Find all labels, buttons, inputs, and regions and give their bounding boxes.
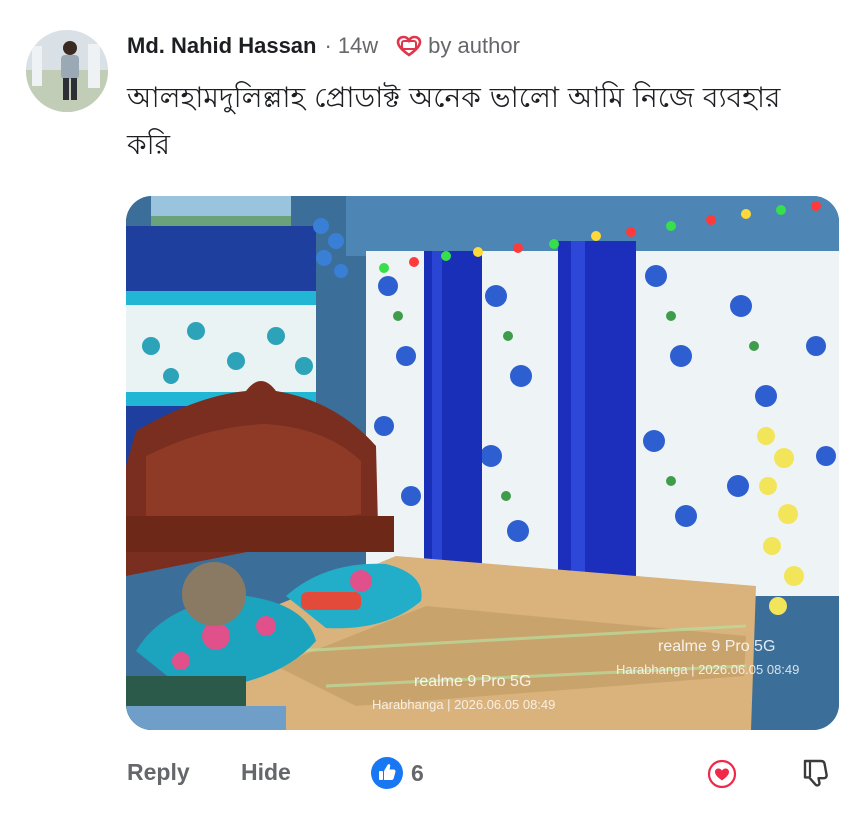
comment-header: Md. Nahid Hassan · 14w by author <box>127 31 520 61</box>
bedroom-photo: realme 9 Pro 5G Harabhanga | 2026.06.05 … <box>126 196 839 730</box>
watermark-info-2: Harabhanga | 2026.06.05 08:49 <box>372 697 555 712</box>
avatar[interactable] <box>26 30 108 112</box>
watermark-device-1: realme 9 Pro 5G <box>658 638 775 655</box>
heart-outline-icon <box>396 35 422 57</box>
author-badge: by author <box>396 33 520 59</box>
author-name[interactable]: Md. Nahid Hassan <box>127 33 316 59</box>
comment-actions: Reply Hide 6 <box>127 755 839 795</box>
thumbs-down-icon <box>803 759 828 787</box>
comment-timestamp[interactable]: 14w <box>338 33 378 59</box>
watermark-device-2: realme 9 Pro 5G <box>414 673 531 690</box>
heart-react-icon <box>707 759 737 789</box>
avatar-image <box>26 30 108 112</box>
comment-text: আলহামদুলিল্লাহ প্রোডাক্ট অনেক ভালো আমি ন… <box>127 81 781 161</box>
dislike-button[interactable] <box>801 757 831 794</box>
separator-dot: · <box>324 33 332 58</box>
watermark-info-1: Harabhanga | 2026.06.05 08:49 <box>616 662 799 677</box>
reply-button[interactable]: Reply <box>127 759 190 786</box>
thumbs-up-icon <box>371 757 403 789</box>
comment-photo[interactable]: realme 9 Pro 5G Harabhanga | 2026.06.05 … <box>126 196 839 730</box>
hide-button[interactable]: Hide <box>241 759 291 786</box>
author-badge-label: by author <box>428 33 520 58</box>
heart-react-button[interactable] <box>707 759 737 794</box>
like-count: 6 <box>411 759 424 786</box>
like-reaction-count[interactable]: 6 <box>371 757 424 789</box>
